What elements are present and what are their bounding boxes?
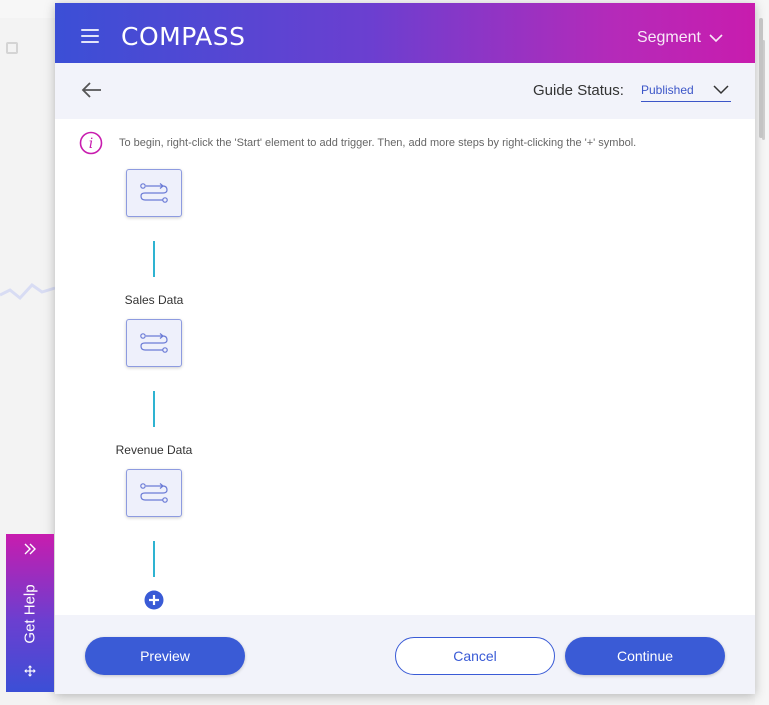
guide-status-select[interactable]: Published [641, 82, 731, 102]
cancel-button[interactable]: Cancel [395, 637, 555, 675]
background-chart [0, 283, 56, 301]
step-label-revenue-data: Revenue Data [115, 443, 193, 457]
flow-connector [153, 541, 155, 577]
background-icon [6, 42, 18, 54]
guide-status-label: Guide Status: [533, 82, 624, 99]
modal-footer: Preview Cancel Continue [55, 615, 755, 694]
instruction-text: To begin, right-click the 'Start' elemen… [119, 137, 637, 149]
flow-step-sales-data[interactable] [126, 319, 182, 367]
flow-step-revenue-data[interactable] [126, 469, 182, 517]
double-chevron-right-icon[interactable] [23, 542, 37, 556]
move-icon[interactable] [24, 665, 36, 677]
flow-steps-icon [140, 483, 168, 503]
flow-steps-icon [140, 183, 168, 203]
step-label-sales-data: Sales Data [124, 293, 184, 307]
guide-subbar: Guide Status: Published [55, 63, 755, 119]
get-help-tab[interactable]: Get Help [6, 534, 54, 692]
flow-step-start[interactable] [126, 169, 182, 217]
page-scrollbar[interactable] [759, 18, 763, 138]
preview-button[interactable]: Preview [85, 637, 245, 675]
arrow-left-icon [81, 82, 101, 98]
plus-circle-icon[interactable] [144, 590, 164, 610]
guide-editor-modal: COMPASS Segment Guide Status: Published [55, 3, 755, 694]
info-icon: i [79, 131, 103, 155]
get-help-label: Get Help [21, 584, 39, 644]
instruction-row: i To begin, right-click the 'Start' elem… [79, 131, 636, 155]
back-button[interactable] [81, 81, 103, 104]
segment-dropdown[interactable]: Segment [637, 29, 723, 47]
svg-text:i: i [89, 136, 93, 152]
segment-label: Segment [636, 29, 701, 46]
chevron-down-icon [713, 85, 729, 95]
guide-status-value: Published [641, 83, 694, 97]
flow-connector [153, 241, 155, 277]
chevron-down-icon [709, 34, 723, 43]
flow-connector [153, 391, 155, 427]
continue-button[interactable]: Continue [565, 637, 725, 675]
flow-steps-icon [140, 333, 168, 353]
brand-logo: COMPASS [121, 22, 246, 51]
header-bar: COMPASS Segment [55, 3, 755, 63]
hamburger-icon[interactable] [81, 29, 99, 43]
